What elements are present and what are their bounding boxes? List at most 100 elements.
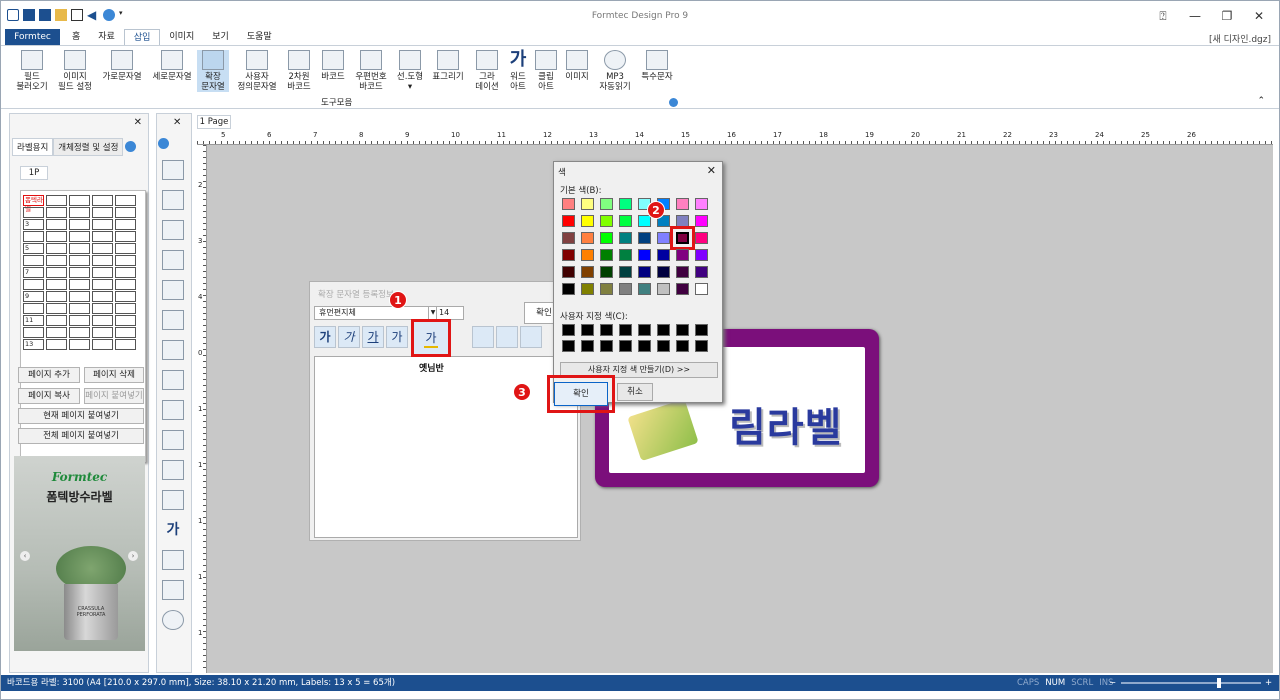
color-swatch[interactable] [695,232,708,244]
thumbnail-cell[interactable] [115,231,136,242]
image-button[interactable]: 이미지 [563,50,591,82]
color-ok-button[interactable]: 확인 [554,382,608,406]
word-art-icon[interactable]: 가 [162,520,184,540]
collapse-ribbon-icon[interactable]: ⌃ [1257,96,1265,106]
thumbnail-cell[interactable] [69,291,90,302]
table-icon[interactable] [162,460,184,480]
panel-next-icon[interactable] [125,141,136,152]
font-size-select[interactable]: 14 [436,306,464,320]
delete-page-button[interactable]: 페이지 삭제 [84,367,144,383]
color-swatch[interactable] [676,249,689,261]
color-swatch[interactable] [695,249,708,261]
close-icon[interactable]: ✕ [173,117,181,128]
add-page-button[interactable]: 페이지 추가 [18,367,80,383]
color-cancel-button[interactable]: 취소 [617,383,653,401]
thumbnail-cell[interactable] [92,291,113,302]
tab-image[interactable]: 이미지 [160,29,203,45]
thumbnail-cell[interactable]: 5 [23,243,44,254]
ad-prev-icon[interactable]: ‹ [20,551,30,561]
color-swatch[interactable] [676,266,689,278]
zoom-slider-thumb[interactable] [1217,678,1221,688]
thumbnail-cell[interactable] [46,207,67,218]
color-swatch[interactable] [562,232,575,244]
tab-insert[interactable]: 삽입 [123,29,161,45]
italic-button[interactable]: 가 [338,326,360,348]
image-field-icon[interactable] [162,190,184,210]
color-swatch[interactable] [562,249,575,261]
thumbnail-cell[interactable] [69,339,90,350]
color-swatch[interactable] [638,283,651,295]
mp3-button[interactable]: MP3 자동읽기 [597,50,633,92]
thumbnail-cell[interactable] [92,327,113,338]
thumbnail-cell[interactable] [23,207,44,218]
clip-art-icon[interactable] [162,550,184,570]
table-button[interactable]: 표그리기 [431,50,465,82]
color-swatch[interactable] [695,283,708,295]
color-swatch[interactable] [676,198,689,210]
thumbnail-cell[interactable] [69,327,90,338]
palette-next-icon[interactable] [158,138,169,149]
align-center-icon[interactable] [496,326,518,348]
color-swatch[interactable] [581,198,594,210]
color-swatch[interactable] [600,198,613,210]
thumbnail-cell[interactable] [46,291,67,302]
color-swatch[interactable] [600,283,613,295]
custom-color-swatch[interactable] [581,340,594,352]
thumbnail-cell[interactable] [46,315,67,326]
page-thumb-tab[interactable]: 1P [20,166,48,180]
color-swatch[interactable] [695,198,708,210]
thumbnail-cell[interactable] [115,315,136,326]
postal-barcode-button[interactable]: 우편번호 바코드 [353,50,389,92]
thumbnail-cell[interactable] [23,231,44,242]
clip-art-button[interactable]: 클립 아트 [533,50,559,92]
custom-color-swatch[interactable] [676,324,689,336]
paste-all-pages-button[interactable]: 전체 페이지 붙여넣기 [18,428,144,444]
thumbnail-cell[interactable] [69,219,90,230]
tab-home[interactable]: 홈 [63,29,89,45]
paste-current-page-button[interactable]: 현재 페이지 붙여넣기 [18,408,144,424]
thumbnail-cell[interactable] [115,327,136,338]
tab-data[interactable]: 자료 [89,29,124,45]
text-input-area[interactable] [314,356,578,538]
color-swatch[interactable] [657,232,670,244]
restore-button[interactable]: ❐ [1211,7,1243,25]
thumbnail-cell[interactable] [46,327,67,338]
color-swatch[interactable] [619,198,632,210]
color-swatch[interactable] [657,283,670,295]
color-swatch[interactable] [581,249,594,261]
color-swatch[interactable] [695,215,708,227]
bold-button[interactable]: 가 [314,326,336,348]
custom-color-swatch[interactable] [619,324,632,336]
thumbnail-cell[interactable]: 3 [23,219,44,230]
ad-next-icon[interactable]: › [128,551,138,561]
vertical-text-icon[interactable] [162,250,184,270]
custom-color-swatch[interactable] [562,340,575,352]
thumbnail-cell[interactable] [92,231,113,242]
thumbnail-cell[interactable] [92,255,113,266]
thumbnail-cell[interactable] [115,195,136,206]
paste-page-button[interactable]: 페이지 붙여넣기 [84,388,144,404]
zoom-out-icon[interactable]: − [1109,675,1116,691]
shape-button[interactable]: 선.도형 ▾ [395,50,425,92]
thumbnail-cell[interactable] [115,243,136,254]
shape-icon[interactable] [162,430,184,450]
color-swatch[interactable] [581,283,594,295]
color-swatch[interactable] [657,266,670,278]
custom-color-swatch[interactable] [600,324,613,336]
color-swatch[interactable] [600,232,613,244]
thumbnail-cell[interactable] [92,243,113,254]
thumbnail-cell[interactable] [92,303,113,314]
thumbnail-cell[interactable] [23,327,44,338]
field-load-button[interactable]: 필드 불러오기 [15,50,49,92]
field-load-icon[interactable] [162,160,184,180]
color-swatch[interactable] [600,266,613,278]
thumbnail-cell[interactable] [92,219,113,230]
tab-help[interactable]: 도움말 [238,29,281,45]
thumbnail-cell[interactable] [115,339,136,350]
custom-color-swatch[interactable] [676,340,689,352]
color-swatch[interactable] [562,215,575,227]
color-swatch[interactable] [657,249,670,261]
color-swatch[interactable] [581,266,594,278]
gradation-button[interactable]: 그라 데이션 [473,50,501,92]
thumbnail-cell[interactable]: 13 [23,339,44,350]
